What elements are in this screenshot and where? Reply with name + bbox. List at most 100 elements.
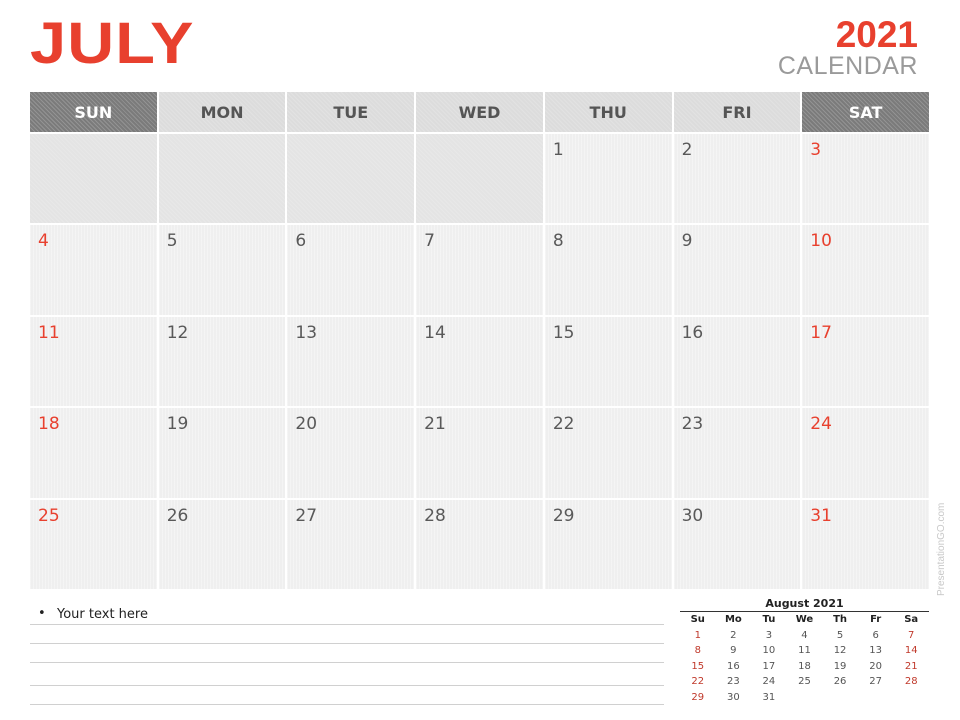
mini-day: 14 [904, 645, 918, 656]
day-cell[interactable]: 3 [802, 134, 929, 224]
day-cell[interactable]: 15 [544, 316, 672, 407]
mini-calendar-august: August 2021 Su Mo Tu We Th Fr Sa 1 2 3 4 5 6 7 8 9 10 11 1… [680, 597, 929, 705]
day-number: 23 [681, 414, 704, 435]
day-cell[interactable]: 17 [802, 316, 929, 407]
note-line[interactable] [30, 662, 664, 663]
empty-day-cell[interactable] [158, 134, 286, 224]
day-cell[interactable]: 18 [30, 408, 157, 498]
mini-calendar-grid: Su Mo Tu We Th Fr Sa 1 2 3 4 5 6 7 8 9 10 11 12 13 14 15 16 17 1… [680, 612, 929, 705]
day-number: 27 [295, 505, 318, 526]
note-line[interactable]: • Your text here [30, 604, 664, 625]
weekday-header-wed: WED [416, 92, 543, 132]
mini-day: 15 [691, 660, 705, 672]
watermark: PresentationGO.com [936, 502, 947, 596]
day-cell[interactable]: 31 [802, 499, 929, 589]
note-text[interactable]: Your text here [57, 607, 148, 622]
day-cell[interactable]: 12 [158, 316, 286, 407]
day-cell[interactable]: 13 [287, 316, 415, 407]
day-cell[interactable]: 26 [158, 499, 286, 589]
day-cell[interactable]: 4 [30, 225, 157, 315]
mini-weekday-mo: Mo [724, 614, 742, 625]
mini-weekday-sa: Sa [904, 614, 919, 625]
day-number: 18 [38, 414, 60, 435]
mini-day: 25 [798, 676, 811, 687]
mini-day: 13 [869, 645, 882, 656]
mini-day: 1 [694, 629, 701, 641]
day-number: 26 [166, 505, 189, 526]
day-cell[interactable]: 1 [544, 134, 672, 224]
mini-day: 22 [691, 676, 705, 687]
year-title: 2021 [835, 14, 918, 55]
mini-day: 18 [798, 660, 811, 672]
weekday-header-sun: SUN [30, 92, 157, 132]
empty-day-cell[interactable] [416, 134, 543, 224]
note-line[interactable] [30, 643, 664, 644]
mini-day: 28 [904, 676, 918, 687]
weekday-header-thu: THU [544, 92, 672, 132]
day-cell[interactable]: 22 [544, 408, 672, 498]
day-number: 4 [38, 231, 49, 252]
day-cell[interactable]: 6 [287, 225, 415, 315]
note-line[interactable] [30, 704, 664, 705]
day-number: 13 [295, 322, 318, 343]
mini-weekday-th: Th [833, 614, 848, 625]
day-cell[interactable]: 25 [30, 499, 157, 589]
day-number: 30 [681, 505, 704, 526]
day-cell[interactable]: 24 [802, 408, 929, 498]
day-number: 20 [295, 414, 318, 435]
day-cell[interactable]: 20 [287, 408, 415, 498]
mini-day: 27 [869, 676, 882, 687]
day-cell[interactable]: 30 [673, 499, 801, 589]
day-cell[interactable]: 16 [673, 316, 801, 407]
mini-day: 11 [798, 645, 811, 656]
mini-day: 3 [765, 629, 773, 641]
day-cell[interactable]: 5 [158, 225, 286, 315]
weekday-header-mon: MON [158, 92, 286, 132]
bullet-icon: • [38, 606, 46, 621]
day-number: 24 [810, 414, 832, 435]
empty-day-cell[interactable] [30, 134, 157, 224]
mini-day [893, 690, 929, 706]
mini-day: 4 [801, 629, 808, 641]
mini-day: 7 [908, 629, 915, 641]
mini-day: 23 [726, 676, 740, 687]
day-cell[interactable]: 14 [416, 316, 543, 407]
mini-day: 9 [730, 645, 737, 656]
day-cell[interactable]: 10 [802, 225, 929, 315]
day-number: 21 [424, 414, 446, 435]
day-cell[interactable]: 9 [673, 225, 801, 315]
note-line[interactable] [30, 685, 664, 686]
mini-day: 10 [762, 645, 776, 656]
day-cell[interactable]: 7 [416, 225, 543, 315]
day-number: 2 [681, 140, 693, 160]
day-cell[interactable]: 8 [544, 225, 672, 315]
day-number: 19 [166, 414, 189, 435]
day-cell[interactable]: 19 [158, 408, 286, 498]
day-number: 29 [552, 505, 575, 526]
day-cell[interactable]: 27 [287, 499, 415, 589]
mini-weekday-fr: Fr [870, 614, 882, 625]
day-number: 15 [552, 322, 575, 343]
day-number: 16 [681, 322, 704, 343]
day-number: 5 [166, 231, 178, 252]
mini-day: 12 [833, 645, 847, 656]
day-cell[interactable]: 23 [673, 408, 801, 498]
mini-weekday-tu: Tu [762, 614, 776, 625]
day-cell[interactable]: 2 [673, 134, 801, 224]
day-number: 7 [424, 231, 435, 252]
day-cell[interactable]: 29 [544, 499, 672, 589]
day-cell[interactable]: 11 [30, 316, 157, 407]
month-title: JULY [30, 11, 195, 76]
day-number: 17 [810, 322, 832, 343]
mini-day: 8 [694, 645, 701, 656]
mini-day [787, 690, 823, 706]
day-cell[interactable]: 28 [416, 499, 543, 589]
day-number: 8 [552, 231, 564, 252]
day-number: 3 [810, 140, 822, 160]
mini-day: 29 [691, 691, 705, 703]
mini-day: 24 [762, 676, 776, 687]
day-cell[interactable]: 21 [416, 408, 543, 498]
day-number: 14 [424, 322, 446, 343]
mini-day: 16 [726, 660, 740, 672]
empty-day-cell[interactable] [287, 134, 415, 224]
